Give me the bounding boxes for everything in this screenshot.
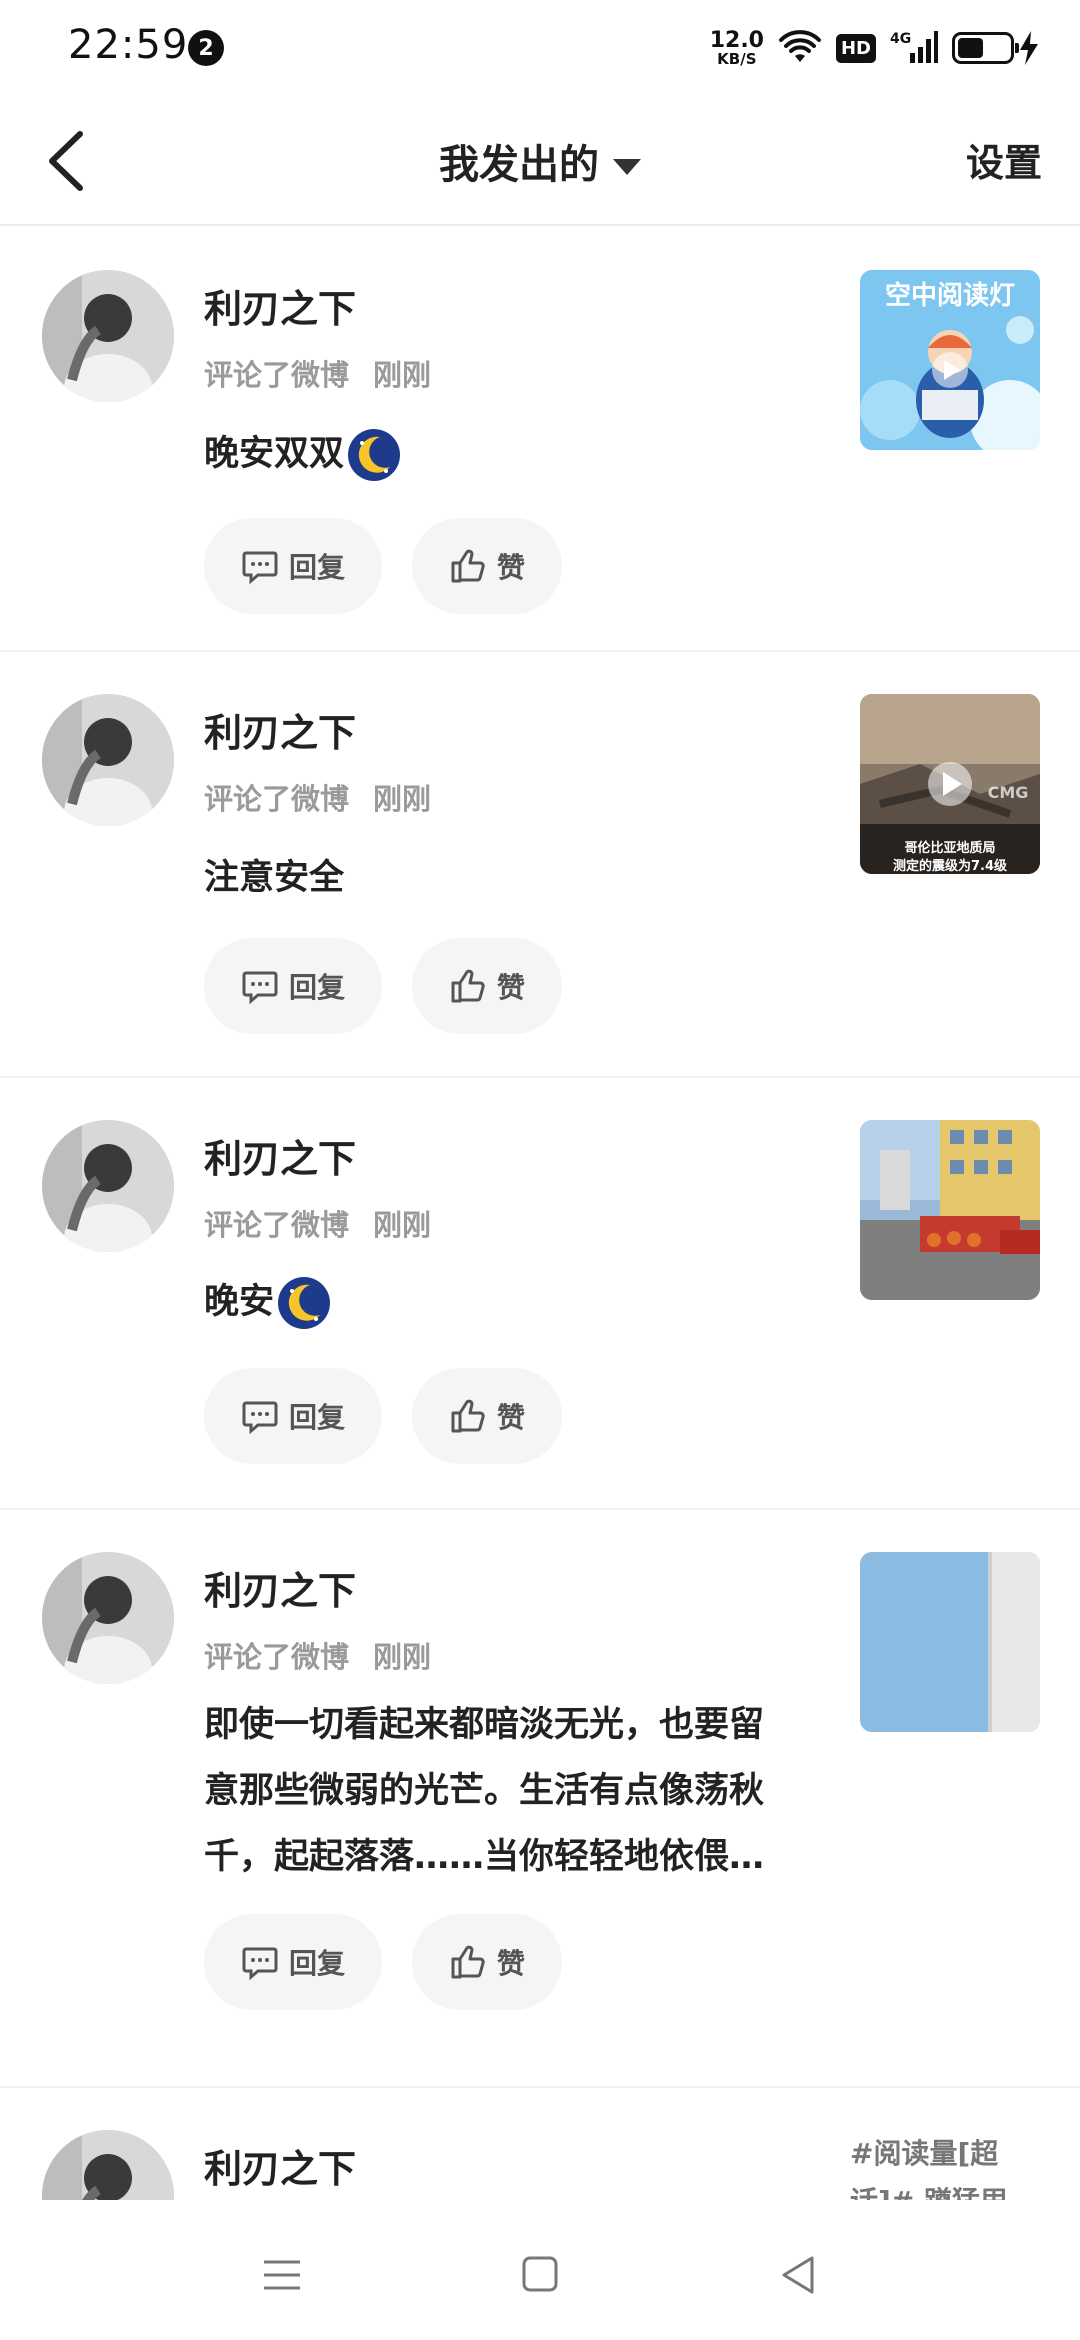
timestamp: 刚刚 bbox=[373, 1208, 432, 1242]
avatar[interactable] bbox=[42, 2130, 174, 2200]
timestamp: 刚刚 bbox=[373, 358, 432, 392]
action-row: 回复 赞 bbox=[204, 1368, 562, 1464]
action-text: 评论了微博 bbox=[204, 1208, 350, 1242]
back-triangle-icon[interactable] bbox=[768, 2250, 828, 2300]
timestamp: 刚刚 bbox=[373, 1640, 432, 1674]
post-thumbnail[interactable]: 空中阅读灯 bbox=[860, 270, 1040, 450]
comment-feed[interactable]: 利刃之下 评论了微博 刚刚 晚安双双 空中阅读灯 回复 赞 利刃之下 评论了微博… bbox=[0, 228, 1080, 2200]
moon-emoji-icon bbox=[278, 1277, 331, 1329]
comment-body: 即使一切看起来都暗淡无光，也要留意那些微弱的光芒。生活有点像荡秋千，起起落落……… bbox=[204, 1705, 765, 1877]
action-row: 回复 赞 bbox=[204, 518, 562, 614]
user-name[interactable]: 利刃之下 bbox=[204, 702, 356, 757]
list-item: 利刃之下 评论了微博 刚刚 晚安双双 空中阅读灯 回复 赞 bbox=[0, 228, 1080, 652]
signal-icon: 4G bbox=[890, 31, 938, 63]
user-name[interactable]: 利刃之下 bbox=[204, 1560, 356, 1615]
avatar[interactable] bbox=[42, 1552, 174, 1684]
comment-meta: 评论了微博 刚刚 bbox=[204, 352, 431, 394]
thumbs-up-icon bbox=[451, 549, 485, 583]
network-speed: 12.0 KB/S bbox=[709, 27, 764, 68]
comment-body: 晚安双双 bbox=[204, 434, 345, 474]
comment-bubble-icon bbox=[242, 971, 278, 1005]
menu-icon[interactable] bbox=[252, 2250, 312, 2300]
like-button[interactable]: 赞 bbox=[412, 518, 562, 614]
list-item: 利刃之下 评论了微博 刚刚 晚安 回复 赞 bbox=[0, 1078, 1080, 1510]
action-row: 回复 赞 bbox=[204, 938, 562, 1034]
action-text: 评论了微博 bbox=[204, 358, 350, 392]
action-text: 评论了微博 bbox=[204, 1640, 350, 1674]
comment-meta: 评论了微博 刚刚 bbox=[204, 776, 431, 818]
list-item: 利刃之下 评论了微博 刚刚 注意安全 CMG 哥伦比亚地质局 测定的震级为7.4级 bbox=[0, 652, 1080, 1078]
reply-button[interactable]: 回复 bbox=[204, 1914, 382, 2010]
reply-label: 回复 bbox=[288, 1401, 345, 1434]
user-name[interactable]: 利刃之下 bbox=[204, 278, 356, 333]
thumbnail-title: 空中阅读灯 bbox=[885, 280, 1015, 311]
like-label: 赞 bbox=[496, 1947, 525, 1980]
battery-icon bbox=[952, 32, 1019, 64]
thumbs-up-icon bbox=[451, 1399, 485, 1433]
user-name[interactable]: 利刃之下 bbox=[204, 2138, 356, 2193]
like-button[interactable]: 赞 bbox=[412, 938, 562, 1034]
comment-text[interactable]: 注意安全 bbox=[204, 846, 804, 910]
reply-button[interactable]: 回复 bbox=[204, 1368, 382, 1464]
timestamp: 刚刚 bbox=[373, 782, 432, 816]
list-item: 利刃之下 #阅读量[超话]# 蹲猛甩 bbox=[0, 2088, 1080, 2200]
comment-text[interactable]: 晚安 bbox=[204, 1270, 804, 1334]
avatar[interactable] bbox=[42, 270, 174, 402]
thumbs-up-icon bbox=[451, 1945, 485, 1979]
comment-bubble-icon bbox=[242, 551, 278, 585]
top-nav: 我发出的 设置 bbox=[0, 96, 1080, 226]
like-label: 赞 bbox=[496, 1401, 525, 1434]
user-name[interactable]: 利刃之下 bbox=[204, 1128, 356, 1183]
comment-body: 晚安 bbox=[204, 1282, 275, 1322]
like-label: 赞 bbox=[496, 551, 525, 584]
reply-button[interactable]: 回复 bbox=[204, 518, 382, 614]
comment-bubble-icon bbox=[242, 1401, 278, 1435]
comment-meta: 评论了微博 刚刚 bbox=[204, 1634, 431, 1676]
thumbnail-caption-line2: 测定的震级为7.4级 bbox=[893, 858, 1008, 874]
moon-emoji-icon bbox=[348, 429, 401, 481]
home-icon[interactable] bbox=[510, 2250, 570, 2300]
comment-text[interactable]: 晚安双双 bbox=[204, 422, 804, 486]
thumbnail-caption-line1: 哥伦比亚地质局 bbox=[904, 840, 995, 856]
post-thumbnail[interactable]: CMG 哥伦比亚地质局 测定的震级为7.4级 bbox=[860, 694, 1040, 874]
network-speed-value: 12.0 bbox=[709, 27, 764, 53]
network-speed-unit: KB/S bbox=[717, 49, 757, 68]
comment-text[interactable]: 即使一切看起来都暗淡无光，也要留意那些微弱的光芒。生活有点像荡秋千，起起落落……… bbox=[204, 1692, 794, 1890]
post-thumbnail[interactable] bbox=[860, 1120, 1040, 1300]
comment-body: 注意安全 bbox=[204, 858, 345, 898]
network-type-label: 4G bbox=[890, 31, 911, 47]
post-tags-preview[interactable]: #阅读量[超话]# 蹲猛甩 bbox=[850, 2130, 1040, 2200]
reply-label: 回复 bbox=[288, 971, 345, 1004]
post-thumbnail[interactable] bbox=[860, 1552, 1040, 1732]
reply-button[interactable]: 回复 bbox=[204, 938, 382, 1034]
like-button[interactable]: 赞 bbox=[412, 1368, 562, 1464]
charging-icon bbox=[1020, 31, 1038, 65]
page-title-dropdown[interactable]: 我发出的 bbox=[0, 132, 1080, 190]
thumbs-up-icon bbox=[451, 969, 485, 1003]
list-item: 利刃之下 评论了微博 刚刚 即使一切看起来都暗淡无光，也要留意那些微弱的光芒。生活… bbox=[0, 1510, 1080, 2088]
system-nav-bar bbox=[0, 2210, 1080, 2340]
status-bar: 22:59 2 12.0 KB/S HD 4G bbox=[0, 0, 1080, 96]
avatar[interactable] bbox=[42, 1120, 174, 1252]
battery bbox=[952, 31, 1040, 65]
caret-down-icon bbox=[613, 159, 641, 175]
reply-label: 回复 bbox=[288, 1947, 345, 1980]
like-button[interactable]: 赞 bbox=[412, 1914, 562, 2010]
reply-label: 回复 bbox=[288, 551, 345, 584]
action-text: 评论了微博 bbox=[204, 782, 350, 816]
page-title: 我发出的 bbox=[439, 142, 599, 188]
wifi-icon bbox=[778, 30, 821, 62]
status-icons: 12.0 KB/S HD 4G bbox=[710, 22, 1040, 74]
comment-meta: 评论了微博 刚刚 bbox=[204, 1202, 431, 1244]
notification-badge: 2 bbox=[188, 30, 224, 66]
hd-icon: HD bbox=[835, 33, 876, 63]
comment-bubble-icon bbox=[242, 1947, 278, 1981]
action-row: 回复 赞 bbox=[204, 1914, 562, 2010]
avatar[interactable] bbox=[42, 694, 174, 826]
thumbnail-watermark: CMG bbox=[988, 783, 1029, 802]
battery-fill bbox=[958, 38, 983, 58]
status-time: 22:59 bbox=[68, 22, 189, 68]
like-label: 赞 bbox=[496, 971, 525, 1004]
settings-button[interactable]: 设置 bbox=[966, 132, 1042, 187]
